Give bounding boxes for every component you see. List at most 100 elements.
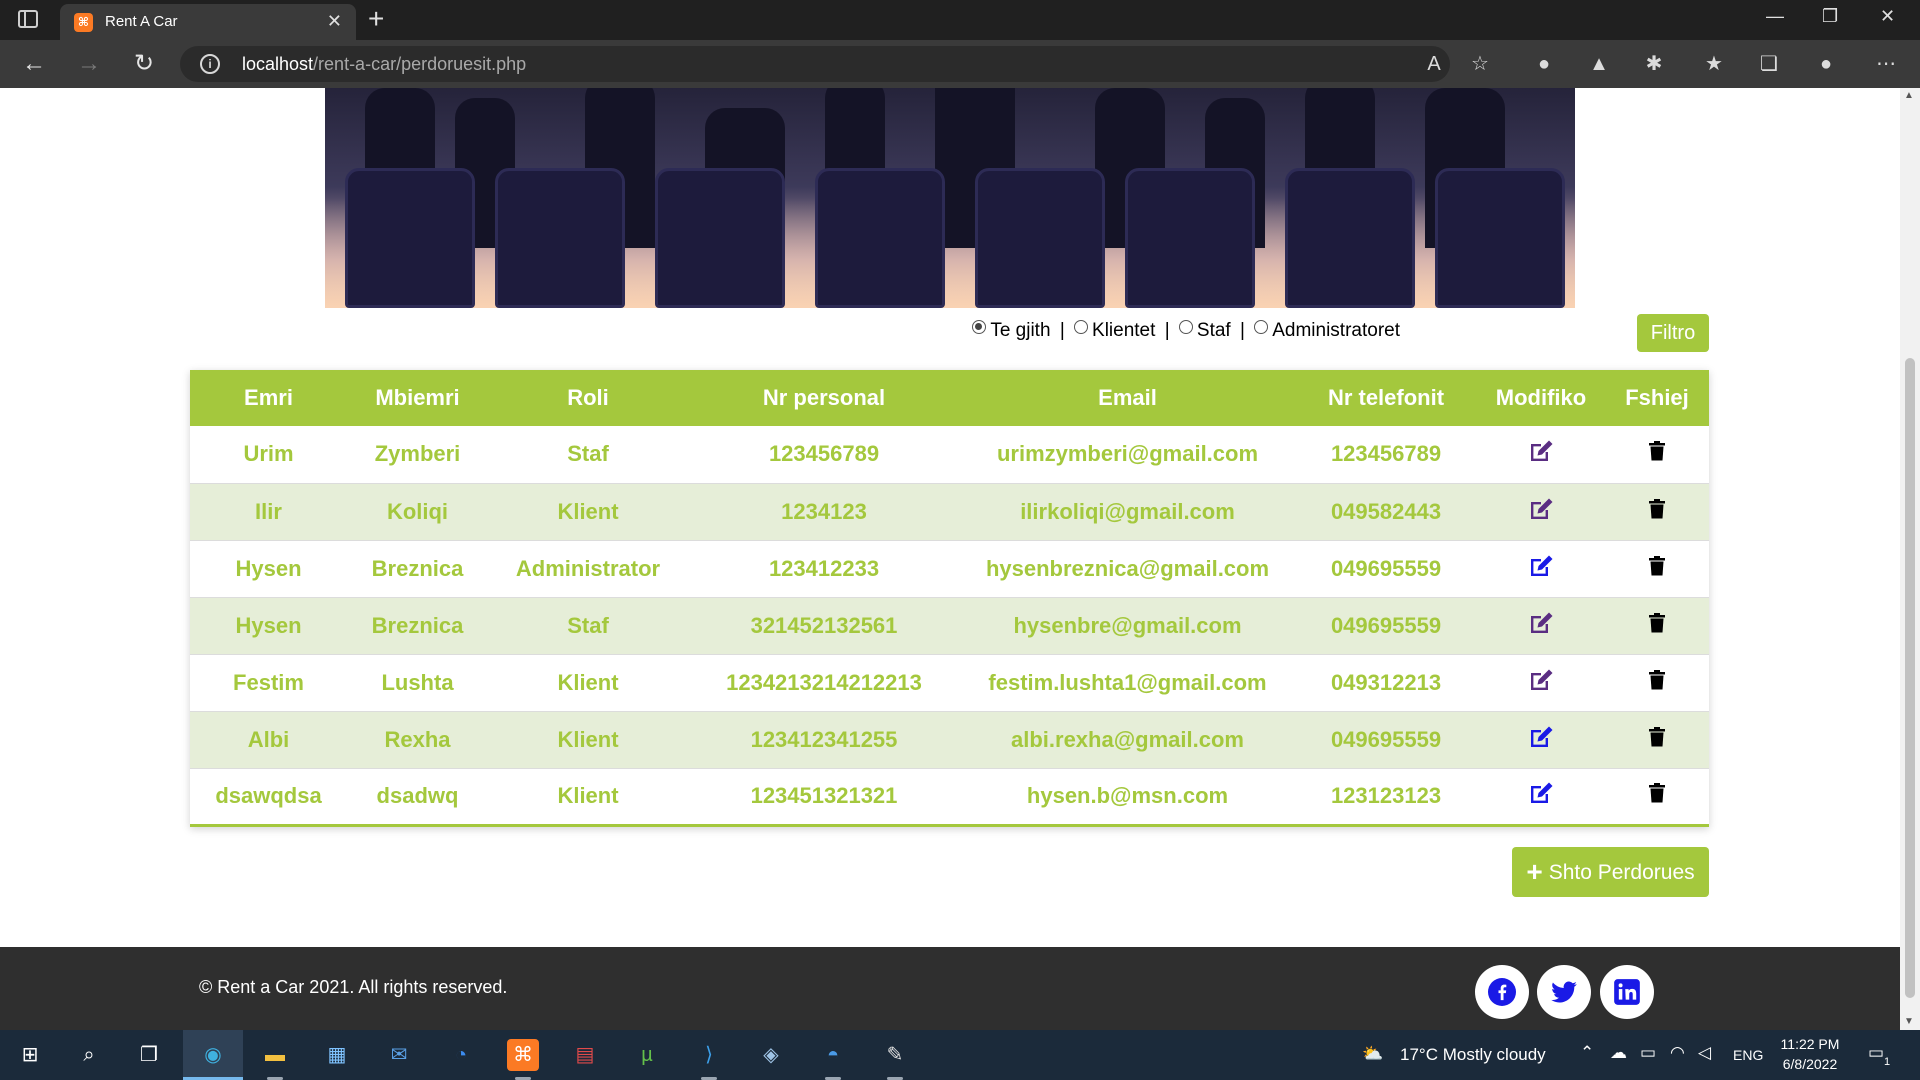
tab-actions-icon[interactable]: [18, 10, 38, 28]
edit-cell: [1477, 711, 1605, 768]
trash-icon[interactable]: [1649, 555, 1665, 576]
edit-cell: [1477, 768, 1605, 825]
windows-start-icon[interactable]: ⊞: [14, 1039, 46, 1071]
edit-cell: [1477, 597, 1605, 654]
file-explorer-icon[interactable]: ▬: [259, 1039, 291, 1071]
site-info-icon[interactable]: i: [200, 54, 220, 74]
table-cell: Staf: [567, 441, 609, 467]
language-indicator[interactable]: ENG: [1733, 1047, 1763, 1063]
minimize-icon[interactable]: —: [1766, 6, 1784, 27]
restore-icon[interactable]: ❐: [1822, 6, 1838, 27]
weather-text[interactable]: 17°C Mostly cloudy: [1400, 1045, 1546, 1065]
wifi-icon[interactable]: ◠: [1670, 1043, 1685, 1063]
trash-icon[interactable]: [1649, 612, 1665, 633]
table-cell: Albi: [247, 726, 290, 752]
page-scrollbar[interactable]: ▲ ▼: [1900, 88, 1920, 1030]
edit-icon[interactable]: [1528, 497, 1554, 521]
table-cell: 123123123: [1330, 783, 1442, 808]
browser-app-icon[interactable]: ◔: [445, 1039, 477, 1071]
search-icon[interactable]: ⌕: [73, 1039, 105, 1071]
add-user-button[interactable]: + Shto Perdorues: [1512, 847, 1709, 897]
notes-app-icon[interactable]: ◈: [755, 1039, 787, 1071]
add-favorite-icon[interactable]: ☆: [1466, 50, 1494, 78]
users-table: Emri Mbiemri Roli Nr personal Email Nr t…: [190, 370, 1709, 827]
radio-klientet[interactable]: [1074, 320, 1089, 334]
show-hidden-icons-icon[interactable]: ⌃: [1580, 1043, 1594, 1063]
column-header: Nr telefonit: [1327, 385, 1445, 410]
new-tab-icon[interactable]: +: [368, 3, 384, 35]
close-tab-icon[interactable]: ✕: [327, 11, 342, 32]
table-cell: 123451321321: [750, 783, 898, 808]
extension-icon-2[interactable]: ▲: [1585, 50, 1613, 78]
column-header: Modifiko: [1495, 385, 1587, 410]
table-cell: 049695559: [1330, 612, 1442, 638]
table-cell: Breznica: [371, 612, 464, 638]
table-cell: 123412233: [768, 555, 880, 581]
read-aloud-icon[interactable]: A: [1420, 50, 1448, 78]
microsoft-store-icon[interactable]: ▦: [321, 1039, 353, 1071]
url-text: localhost/rent-a-car/perdoruesit.php: [242, 54, 527, 74]
clock-time[interactable]: 11:22 PM: [1775, 1036, 1845, 1052]
app-icon[interactable]: ◓: [817, 1039, 849, 1071]
clock-date[interactable]: 6/8/2022: [1775, 1056, 1845, 1072]
settings-more-icon[interactable]: ⋯: [1872, 50, 1900, 78]
weather-icon[interactable]: ⛅: [1362, 1044, 1383, 1064]
mail-icon[interactable]: ✉: [383, 1039, 415, 1071]
paint-icon[interactable]: ✎: [879, 1039, 911, 1071]
table-cell: Breznica: [371, 555, 464, 581]
trash-icon[interactable]: [1649, 441, 1665, 461]
edit-icon[interactable]: [1528, 668, 1554, 692]
copyright-text: © Rent a Car 2021. All rights reserved.: [199, 977, 508, 997]
edit-icon[interactable]: [1528, 439, 1554, 463]
back-icon[interactable]: ←: [18, 48, 50, 80]
refresh-icon[interactable]: ↻: [128, 48, 160, 80]
radio-staf[interactable]: [1178, 320, 1193, 334]
trash-icon[interactable]: [1649, 783, 1665, 803]
filter-button[interactable]: Filtro: [1637, 314, 1709, 352]
vscode-icon[interactable]: ⟩: [693, 1039, 725, 1071]
trash-icon[interactable]: [1649, 498, 1665, 519]
table-row: dsawqdsa dsadwq Klient 123451321321 hysen.b@…: [190, 768, 1709, 825]
extension-icon[interactable]: ●: [1530, 50, 1558, 78]
trash-icon[interactable]: [1649, 669, 1665, 690]
trash-icon[interactable]: [1649, 726, 1665, 747]
footer: © Rent a Car 2021. All rights reserved.: [0, 947, 1900, 1030]
facebook-icon[interactable]: [1475, 965, 1529, 1019]
battery-icon[interactable]: ▭: [1640, 1043, 1656, 1063]
radio-te-gjith[interactable]: [972, 320, 987, 334]
profile-icon[interactable]: ●: [1812, 50, 1840, 78]
notifications-icon[interactable]: ▭: [1868, 1043, 1884, 1063]
extensions-icon[interactable]: ✱: [1640, 50, 1668, 78]
edit-icon[interactable]: [1528, 781, 1554, 805]
favorites-icon[interactable]: ★: [1700, 50, 1728, 78]
edge-icon[interactable]: ◉: [197, 1039, 229, 1071]
edit-icon[interactable]: [1528, 725, 1554, 749]
table-header: Emri Mbiemri Roli Nr personal Email Nr t…: [190, 370, 1709, 426]
radio-administratoret[interactable]: [1254, 320, 1269, 334]
table-cell: hysen.b@msn.com: [1026, 783, 1229, 808]
volume-icon[interactable]: ◁: [1698, 1043, 1711, 1063]
twitter-icon[interactable]: [1537, 965, 1591, 1019]
table-cell: 1234213214212213: [726, 669, 922, 695]
forward-icon[interactable]: →: [73, 48, 105, 80]
table-cell: Hysen: [235, 612, 302, 638]
edit-icon[interactable]: [1528, 611, 1554, 635]
table-cell: festim.lushta1@gmail.com: [988, 669, 1267, 695]
table-row: Ilir Koliqi Klient 1234123 ilirkoliqi@gmail.…: [190, 483, 1709, 540]
table-cell: dsadwq: [376, 783, 459, 808]
xampp-taskbar-icon[interactable]: ⌘: [507, 1039, 539, 1071]
edit-icon[interactable]: [1528, 554, 1554, 578]
banner-image: [325, 88, 1575, 308]
linkedin-icon[interactable]: [1600, 965, 1654, 1019]
url-input[interactable]: i localhost/rent-a-car/perdoruesit.php: [180, 46, 1450, 82]
plus-icon: +: [1526, 856, 1543, 887]
scrollbar-thumb[interactable]: [1905, 358, 1915, 998]
winrar-icon[interactable]: ▤: [569, 1039, 601, 1071]
column-header: Fshiej: [1625, 385, 1689, 410]
utorrent-icon[interactable]: µ: [631, 1039, 663, 1071]
close-window-icon[interactable]: ✕: [1880, 6, 1895, 27]
collections-icon[interactable]: ❏: [1755, 50, 1783, 78]
task-view-icon[interactable]: ❐: [133, 1039, 165, 1071]
browser-tab[interactable]: ⌘ Rent A Car ✕: [60, 4, 356, 40]
onedrive-icon[interactable]: ☁: [1610, 1043, 1627, 1063]
